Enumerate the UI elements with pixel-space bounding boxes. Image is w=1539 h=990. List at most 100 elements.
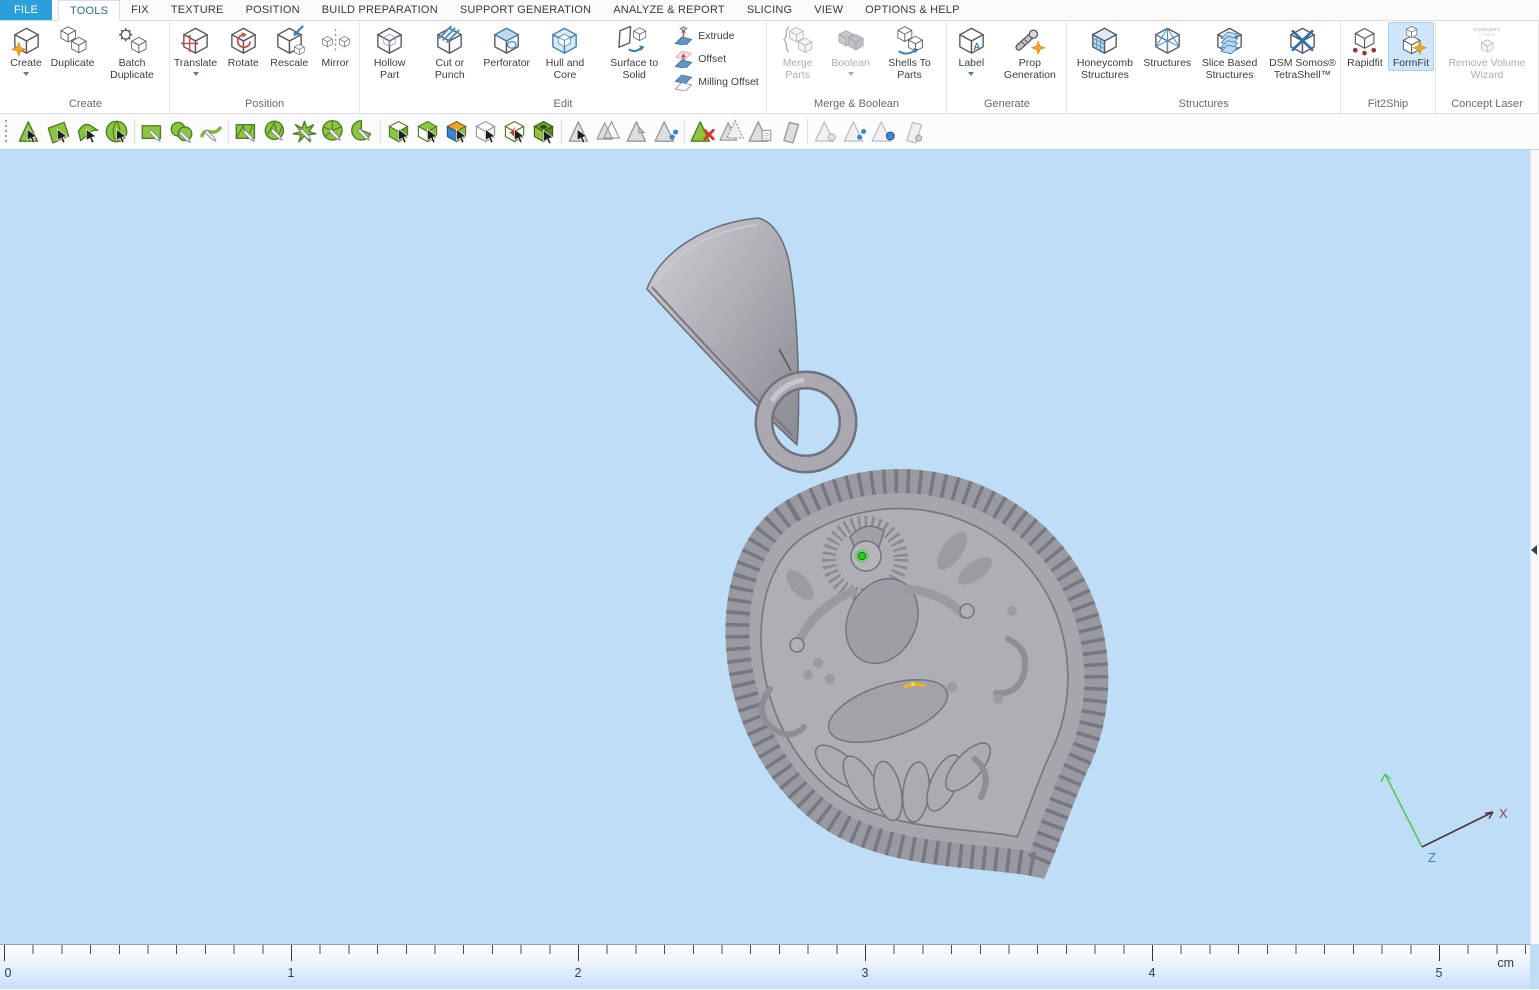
arc-mark-triangles-icon[interactable] bbox=[348, 118, 377, 146]
tab-options-help[interactable]: OPTIONS & HELP bbox=[854, 0, 971, 20]
milling-offset-button[interactable]: Milling Offset bbox=[674, 72, 759, 91]
z-axis-label: Z bbox=[1428, 850, 1436, 865]
tab-tools[interactable]: TOOLS bbox=[58, 0, 120, 21]
surface-to-solid-button[interactable]: Surface to Solid bbox=[598, 22, 670, 82]
move-marked-plane-icon[interactable] bbox=[775, 118, 804, 146]
hollow-part-button[interactable]: Hollow Part bbox=[361, 22, 418, 82]
mark-planes-icon[interactable] bbox=[44, 118, 73, 146]
mark-surfaces-icon[interactable] bbox=[73, 118, 102, 146]
toolbar-separator bbox=[134, 119, 135, 144]
filter-connected-icon[interactable] bbox=[840, 118, 869, 146]
ribbon-group-label: Create bbox=[3, 97, 168, 113]
button-label: Rotate bbox=[228, 58, 259, 70]
polygon-mark-triangles-icon[interactable] bbox=[290, 118, 319, 146]
remove-volume-wizard-button[interactable]: CONCEPT LASER Remove Volume Wizard bbox=[1437, 22, 1537, 82]
ribbon-group-fit2ship: Rapidfit FormFit Fit2Ship bbox=[1341, 21, 1436, 113]
button-label: Structures bbox=[1143, 58, 1191, 70]
rapidfit-button[interactable]: Rapidfit bbox=[1342, 22, 1388, 71]
filter-sharp-triangles-icon[interactable] bbox=[811, 118, 840, 146]
label-button[interactable]: A Label bbox=[948, 22, 994, 77]
mark-core-icon[interactable] bbox=[500, 118, 529, 146]
ribbon-group-generate: A Label Prop Generation Generate bbox=[947, 21, 1067, 113]
button-label: Hull and Core bbox=[535, 58, 596, 81]
structures-button[interactable]: Structures bbox=[1141, 22, 1193, 71]
extrude-button[interactable]: Extrude bbox=[674, 26, 759, 45]
viewport-3d[interactable]: X Z 0 1 2 3 4 5 cm bbox=[0, 150, 1539, 989]
filter-ball-icon[interactable] bbox=[869, 118, 898, 146]
shells-to-parts-button[interactable]: Shells To Parts bbox=[874, 22, 946, 82]
boolean-button[interactable]: Boolean bbox=[828, 22, 874, 77]
ribbon-group-concept-laser: CONCEPT LASER Remove Volume Wizard Conce… bbox=[1436, 21, 1539, 113]
cut-or-punch-button[interactable]: Cut or Punch bbox=[418, 22, 482, 82]
filter-plane-icon[interactable] bbox=[898, 118, 927, 146]
invert-marked-icon[interactable] bbox=[717, 118, 746, 146]
button-label: Duplicate bbox=[51, 58, 95, 70]
tab-view[interactable]: VIEW bbox=[803, 0, 854, 20]
ribbon-group-label: Structures bbox=[1068, 97, 1339, 113]
toolbar-separator bbox=[228, 119, 229, 144]
create-button[interactable]: Create bbox=[3, 22, 49, 77]
svg-text:LASER: LASER bbox=[1479, 32, 1495, 37]
tab-texture[interactable]: TEXTURE bbox=[160, 0, 235, 20]
merge-parts-button[interactable]: Merge Parts bbox=[768, 22, 828, 82]
circle-mark-triangles-icon[interactable] bbox=[261, 118, 290, 146]
tab-fix[interactable]: FIX bbox=[120, 0, 160, 20]
dsm-somos-tetrashell-button[interactable]: DSM Somos® TetraShell™ bbox=[1266, 22, 1339, 82]
scene-canvas[interactable]: X Z bbox=[0, 150, 1539, 989]
mark-shell-top-icon[interactable] bbox=[384, 118, 413, 146]
rectangle-marking-icon[interactable] bbox=[138, 118, 167, 146]
honeycomb-structures-button[interactable]: Honeycomb Structures bbox=[1068, 22, 1141, 82]
formfit-button[interactable]: FormFit bbox=[1388, 22, 1434, 71]
button-label: Label bbox=[958, 58, 984, 70]
duplicate-button[interactable]: Duplicate bbox=[49, 22, 96, 71]
tab-build-preparation[interactable]: BUILD PREPARATION bbox=[311, 0, 449, 20]
slice-based-structures-button[interactable]: Slice Based Structures bbox=[1193, 22, 1266, 82]
offset-button[interactable]: Offset bbox=[674, 49, 759, 68]
eye-marker bbox=[855, 549, 869, 563]
pie-mark-triangles-icon[interactable] bbox=[319, 118, 348, 146]
ruler-unit: cm bbox=[1497, 956, 1514, 970]
prop-generation-button[interactable]: Prop Generation bbox=[994, 22, 1065, 82]
hull-and-core-button[interactable]: Hull and Core bbox=[532, 22, 599, 82]
batch-duplicate-button[interactable]: Batch Duplicate bbox=[96, 22, 168, 82]
tab-position[interactable]: POSITION bbox=[235, 0, 311, 20]
toolbar-grip-handle[interactable] bbox=[5, 120, 9, 144]
mirror-button[interactable]: Mirror bbox=[312, 22, 358, 71]
button-label: DSM Somos® TetraShell™ bbox=[1269, 58, 1336, 81]
mark-triangles-icon[interactable] bbox=[15, 118, 44, 146]
toolbar-separator bbox=[807, 119, 808, 144]
perforator-button[interactable]: Perforator bbox=[482, 22, 532, 71]
circle-marking-icon[interactable] bbox=[167, 118, 196, 146]
translate-icon bbox=[179, 24, 212, 57]
edit-stack: Extrude Offset Milling bbox=[670, 22, 765, 91]
tab-analyze-report[interactable]: ANALYZE & REPORT bbox=[602, 0, 736, 20]
tab-file[interactable]: FILE bbox=[0, 0, 52, 20]
panel-expand-handle-icon[interactable] bbox=[1531, 545, 1537, 555]
mark-colored-shell-icon[interactable] bbox=[442, 118, 471, 146]
mark-cavity-icon[interactable] bbox=[529, 118, 558, 146]
ribbon-group-create: Create Duplicate bbox=[2, 21, 170, 113]
ribbon-group-label: Merge & Boolean bbox=[768, 97, 946, 113]
unmark-shell-icon[interactable] bbox=[471, 118, 500, 146]
copy-marked-icon[interactable] bbox=[746, 118, 775, 146]
window-mark-triangles-icon[interactable] bbox=[232, 118, 261, 146]
mark-shell-visible-icon[interactable] bbox=[413, 118, 442, 146]
translate-button[interactable]: Translate bbox=[171, 22, 220, 77]
button-label: Remove Volume Wizard bbox=[1440, 58, 1534, 81]
button-label: Merge Parts bbox=[771, 58, 825, 81]
unmark-triangle-icon[interactable] bbox=[565, 118, 594, 146]
shrink-marked-icon[interactable] bbox=[623, 118, 652, 146]
rotate-button[interactable]: Rotate bbox=[220, 22, 266, 71]
tab-slicing[interactable]: SLICING bbox=[736, 0, 803, 20]
delete-marked-triangles-icon[interactable] bbox=[688, 118, 717, 146]
dropdown-caret-icon bbox=[23, 72, 29, 76]
mark-shells-icon[interactable] bbox=[102, 118, 131, 146]
tab-support-generation[interactable]: SUPPORT GENERATION bbox=[449, 0, 602, 20]
button-label: Translate bbox=[174, 58, 217, 70]
mark-connected-icon[interactable] bbox=[652, 118, 681, 146]
ruler-label: 1 bbox=[288, 966, 295, 980]
rescale-button[interactable]: Rescale bbox=[266, 22, 312, 71]
freeform-marking-icon[interactable] bbox=[196, 118, 225, 146]
expand-marked-icon[interactable] bbox=[594, 118, 623, 146]
pendant-model[interactable] bbox=[647, 218, 1096, 865]
